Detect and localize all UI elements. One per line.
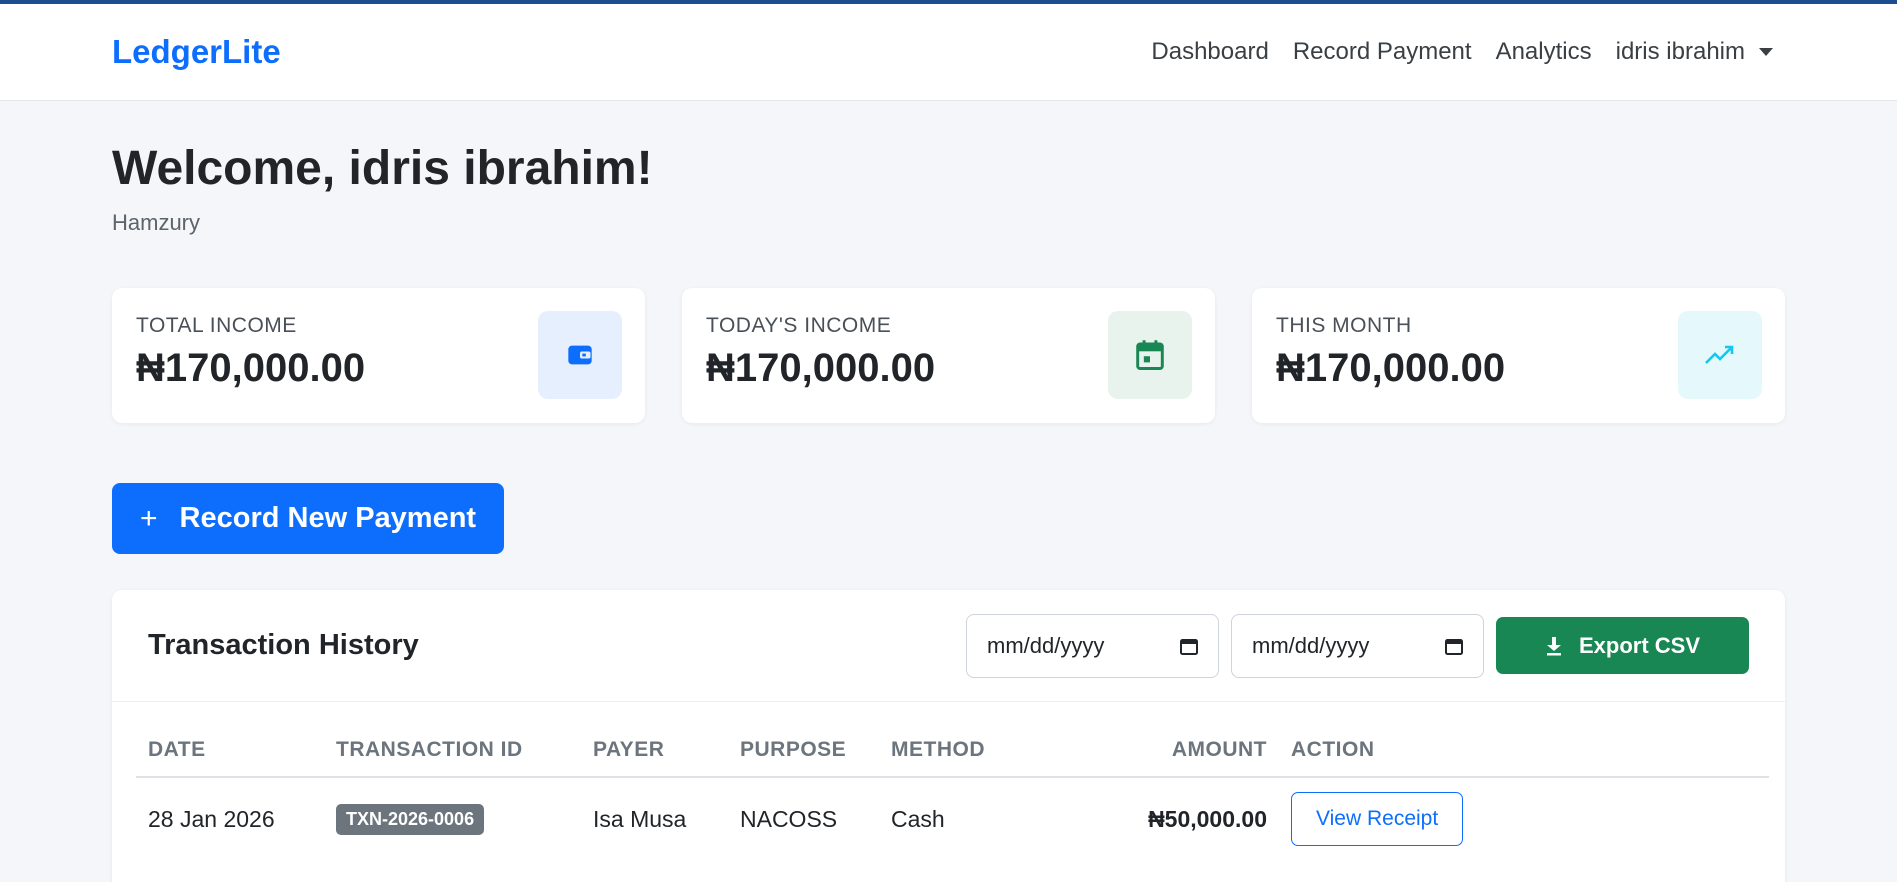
stat-card-todays-income: TODAY'S INCOME ₦170,000.00 — [682, 288, 1215, 423]
calendar-picker-icon[interactable] — [1445, 637, 1463, 655]
transaction-history-card: Transaction History mm/dd/yyyy mm/dd/yyy… — [112, 590, 1785, 882]
record-button-label: Record New Payment — [179, 502, 477, 534]
organization-name: Hamzury — [112, 210, 201, 235]
column-header-amount[interactable]: AMOUNT — [1029, 702, 1279, 778]
nav-links: Dashboard Record Payment Analytics idris… — [1151, 38, 1785, 66]
stat-card-total-income: TOTAL INCOME ₦170,000.00 — [112, 288, 645, 423]
calendar-picker-icon[interactable] — [1180, 637, 1198, 655]
nav-link-dashboard[interactable]: Dashboard — [1151, 38, 1268, 66]
stat-card-this-month: THIS MONTH ₦170,000.00 — [1252, 288, 1785, 423]
cell-transaction-id: TXN-2026-0006 — [324, 777, 581, 860]
user-menu-dropdown[interactable]: idris ibrahim — [1616, 38, 1773, 66]
column-header-date[interactable]: DATE — [136, 702, 324, 778]
cell-date: 28 Jan 2026 — [148, 805, 275, 832]
download-icon — [1546, 636, 1561, 655]
page-title: Welcome, idris ibrahim! — [112, 142, 653, 195]
start-date-input[interactable]: mm/dd/yyyy — [966, 613, 1219, 678]
export-csv-label: Export CSV — [1578, 632, 1701, 658]
cell-method: Cash — [891, 805, 945, 832]
column-header-transaction-id[interactable]: TRANSACTION ID — [324, 702, 581, 778]
transaction-id-badge: TXN-2026-0006 — [336, 803, 485, 835]
column-header-action: ACTION — [1279, 702, 1769, 778]
column-header-method[interactable]: METHOD — [879, 702, 1029, 778]
view-receipt-button[interactable]: View Receipt — [1291, 792, 1464, 846]
column-header-payer[interactable]: PAYER — [581, 702, 728, 778]
export-csv-button[interactable]: Export CSV — [1496, 617, 1749, 674]
wallet-icon — [538, 311, 622, 399]
cell-amount: ₦50,000.00 — [1148, 805, 1267, 832]
caret-down-icon — [1759, 48, 1773, 56]
start-date-placeholder: mm/dd/yyyy — [987, 632, 1105, 658]
nav-link-record-payment[interactable]: Record Payment — [1293, 38, 1472, 66]
column-header-purpose[interactable]: PURPOSE — [728, 702, 879, 778]
table-row: 28 Jan 2026 TXN-2026-0006 Isa Musa NACOS… — [136, 777, 1769, 860]
brand-logo[interactable]: LedgerLite — [112, 33, 281, 71]
cell-payer: Isa Musa — [593, 805, 687, 832]
transaction-history-header: Transaction History mm/dd/yyyy mm/dd/yyy… — [112, 590, 1785, 702]
top-navbar: LedgerLite Dashboard Record Payment Anal… — [0, 4, 1897, 101]
end-date-placeholder: mm/dd/yyyy — [1252, 632, 1370, 658]
stats-row: TOTAL INCOME ₦170,000.00 TODAY'S INCOME … — [112, 288, 1785, 423]
transaction-filters: mm/dd/yyyy mm/dd/yyyy Export CSV — [966, 613, 1749, 678]
trend-up-icon — [1678, 311, 1762, 399]
transactions-table: DATE TRANSACTION ID PAYER PURPOSE METHOD… — [136, 702, 1769, 860]
end-date-input[interactable]: mm/dd/yyyy — [1231, 613, 1484, 678]
nav-link-analytics[interactable]: Analytics — [1496, 38, 1592, 66]
record-new-payment-button[interactable]: + Record New Payment — [112, 483, 504, 554]
cell-purpose: NACOSS — [740, 805, 838, 832]
user-name: idris ibrahim — [1615, 38, 1745, 65]
calendar-icon — [1108, 311, 1192, 399]
main-content: Welcome, idris ibrahim! Hamzury TOTAL IN… — [0, 141, 1897, 882]
plus-icon: + — [140, 501, 158, 535]
table-header-row: DATE TRANSACTION ID PAYER PURPOSE METHOD… — [136, 702, 1769, 778]
cell-action: View Receipt — [1279, 777, 1769, 860]
transaction-history-title: Transaction History — [148, 629, 419, 661]
